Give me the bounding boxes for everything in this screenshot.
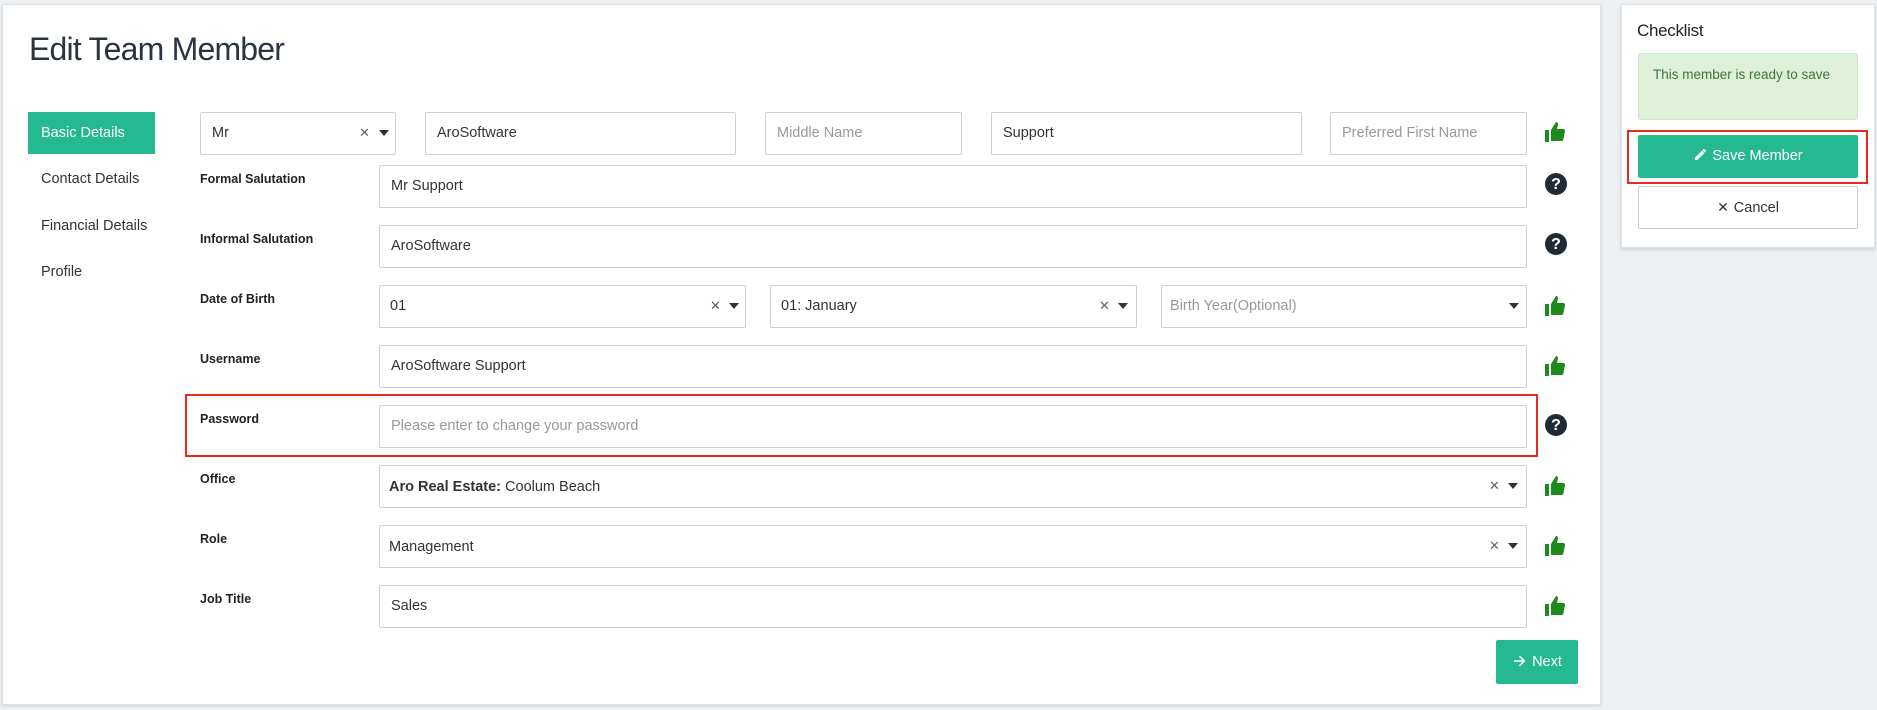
first-name-input[interactable]: AroSoftware: [425, 112, 736, 155]
role-value: Management: [389, 539, 474, 555]
next-button-label: Next: [1532, 654, 1562, 670]
middle-name-input[interactable]: Middle Name: [765, 112, 962, 155]
nav-contact-details[interactable]: Contact Details: [28, 158, 155, 200]
thumbs-up-icon: [1543, 294, 1567, 318]
informal-salutation-input[interactable]: AroSoftware: [379, 225, 1527, 268]
clear-icon[interactable]: ✕: [359, 113, 370, 153]
next-button[interactable]: Next: [1496, 640, 1578, 684]
chevron-down-icon: [729, 303, 739, 309]
office-agency-name: Aro Real Estate:: [389, 479, 502, 495]
question-circle-icon[interactable]: ?: [1545, 173, 1567, 195]
clear-icon[interactable]: ✕: [710, 286, 721, 326]
cancel-button[interactable]: ✕ Cancel: [1638, 186, 1858, 229]
checklist-title: Checklist: [1637, 21, 1704, 40]
office-select[interactable]: Aro Real Estate: Coolum Beach ✕: [379, 465, 1527, 508]
office-branch-name: Coolum Beach: [501, 479, 601, 495]
job-title-label: Job Title: [200, 592, 252, 606]
nav-profile[interactable]: Profile: [28, 251, 155, 293]
arrow-right-icon: [1512, 653, 1528, 669]
thumbs-up-icon: [1543, 120, 1567, 144]
office-label: Office: [200, 472, 236, 486]
nav-financial-details[interactable]: Financial Details: [28, 205, 155, 247]
clear-icon[interactable]: ✕: [1489, 466, 1500, 506]
password-label: Password: [200, 412, 260, 426]
date-of-birth-label: Date of Birth: [200, 292, 275, 306]
birth-day-value: 01: [390, 298, 407, 314]
save-member-label: Save Member: [1712, 148, 1803, 164]
clear-icon[interactable]: ✕: [1489, 526, 1500, 566]
thumbs-up-icon: [1543, 354, 1567, 378]
chevron-down-icon: [1508, 543, 1518, 549]
preferred-first-name-input[interactable]: Preferred First Name: [1330, 112, 1527, 155]
chevron-down-icon: [1509, 303, 1519, 309]
thumbs-up-icon: [1543, 594, 1567, 618]
username-label: Username: [200, 352, 261, 366]
title-select[interactable]: Mr ✕: [200, 112, 396, 155]
clear-icon[interactable]: ✕: [1099, 286, 1110, 326]
job-title-input[interactable]: Sales: [379, 585, 1527, 628]
birth-year-placeholder: Birth Year(Optional): [1170, 298, 1297, 314]
pencil-icon: [1693, 147, 1708, 162]
birth-day-select[interactable]: 01 ✕: [379, 285, 746, 328]
birth-month-select[interactable]: 01: January ✕: [770, 285, 1137, 328]
role-label: Role: [200, 532, 228, 546]
ready-to-save-alert: This member is ready to save: [1638, 53, 1858, 120]
chevron-down-icon: [379, 130, 389, 136]
page-title: Edit Team Member: [29, 31, 285, 67]
role-select[interactable]: Management ✕: [379, 525, 1527, 568]
formal-salutation-input[interactable]: Mr Support: [379, 165, 1527, 208]
birth-year-select[interactable]: Birth Year(Optional): [1161, 285, 1527, 328]
last-name-input[interactable]: Support: [991, 112, 1302, 155]
close-icon: ✕: [1717, 199, 1729, 215]
username-input[interactable]: AroSoftware Support: [379, 345, 1527, 388]
birth-month-value: 01: January: [781, 298, 857, 314]
cancel-label: Cancel: [1733, 200, 1779, 216]
question-circle-icon[interactable]: ?: [1545, 233, 1567, 255]
thumbs-up-icon: [1543, 474, 1567, 498]
save-member-button[interactable]: Save Member: [1638, 135, 1858, 178]
chevron-down-icon: [1508, 483, 1518, 489]
informal-salutation-label: Informal Salutation: [200, 232, 314, 246]
checklist-card: Checklist This member is ready to save S…: [1621, 4, 1875, 248]
question-circle-icon[interactable]: ?: [1545, 414, 1567, 436]
title-select-value: Mr: [212, 125, 229, 141]
password-input[interactable]: Please enter to change your password: [379, 405, 1527, 448]
nav-basic-details[interactable]: Basic Details: [28, 112, 155, 154]
chevron-down-icon: [1118, 303, 1128, 309]
formal-salutation-label: Formal Salutation: [200, 172, 306, 186]
edit-member-card: Edit Team Member Basic Details Contact D…: [2, 4, 1601, 705]
thumbs-up-icon: [1543, 534, 1567, 558]
